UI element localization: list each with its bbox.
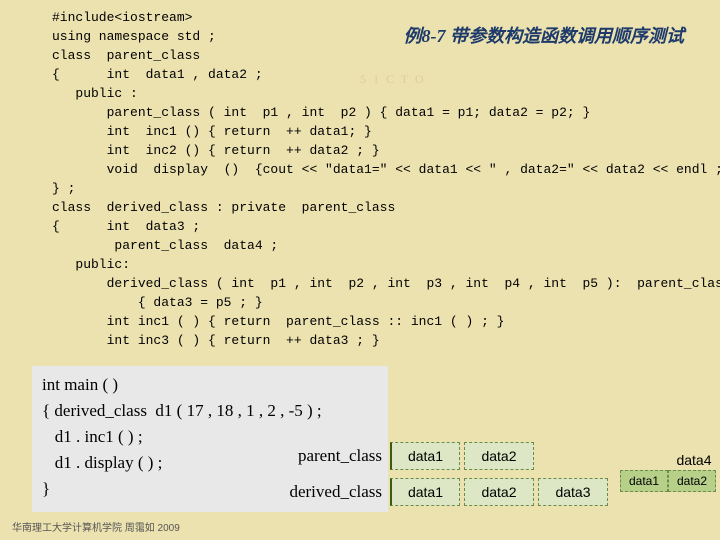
parent-label: parent_class [260, 446, 390, 466]
derived-label: derived_class [260, 482, 390, 502]
derived-row: derived_class data1 data2 data3 [260, 476, 612, 508]
footer-credit: 华南理工大学计算机学院 周霭如 2009 [12, 519, 180, 534]
data4-cell-2: data2 [668, 470, 716, 492]
cell-data2: data2 [464, 442, 534, 470]
cell-d-data1: data1 [390, 478, 460, 506]
cell-d-data2: data2 [464, 478, 534, 506]
memory-layout-table: parent_class data1 data2 derived_class d… [260, 440, 612, 512]
cell-d-data3: data3 [538, 478, 608, 506]
parent-row: parent_class data1 data2 [260, 440, 612, 472]
data4-label: data4 [620, 452, 720, 468]
cell-data1: data1 [390, 442, 460, 470]
data4-cell-1: data1 [620, 470, 668, 492]
data4-group: data4 data1 data2 [620, 452, 720, 492]
code-listing: #include<iostream> using namespace std ;… [52, 8, 720, 350]
